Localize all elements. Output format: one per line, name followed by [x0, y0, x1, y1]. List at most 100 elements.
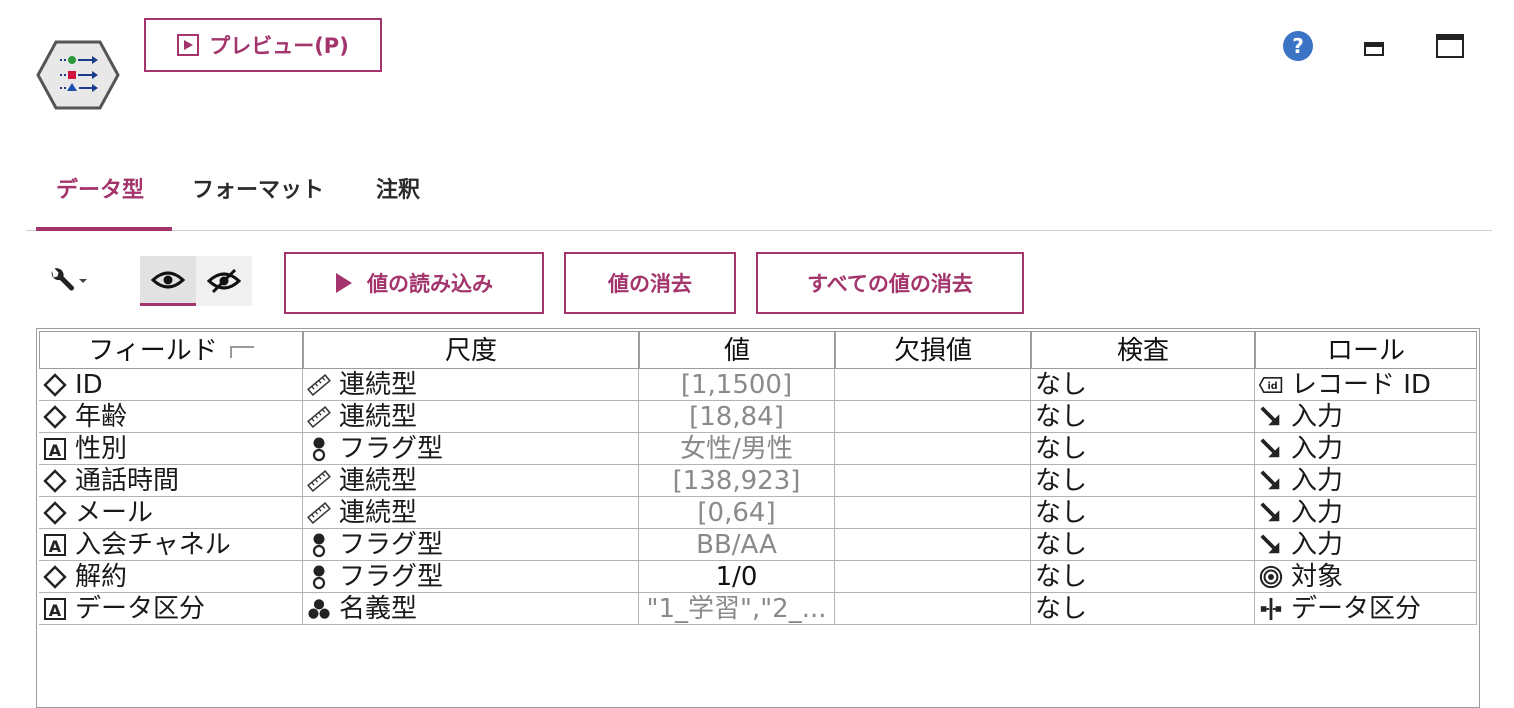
input-arrow-icon [1259, 469, 1283, 493]
visibility-toggle [140, 256, 252, 306]
cell-missing[interactable] [835, 369, 1031, 401]
chevron-down-icon [79, 279, 87, 283]
continuous-icon [43, 468, 67, 493]
cell-check[interactable]: なし [1031, 465, 1255, 497]
cell-check[interactable]: なし [1031, 369, 1255, 401]
column-header-label: 尺度 [444, 336, 497, 366]
play-icon [177, 34, 200, 56]
column-header-0[interactable]: フィールド [39, 331, 303, 369]
cell-field[interactable]: メール [39, 497, 303, 529]
cell-field[interactable]: 通話時間 [39, 465, 303, 497]
string-icon: A [43, 597, 67, 621]
cell-text: [18,84] [689, 401, 784, 432]
cell-values[interactable]: 1/0 [639, 561, 835, 593]
cell-missing[interactable] [835, 593, 1031, 625]
cell-measure[interactable]: フラグ型 [303, 433, 639, 465]
cell-measure[interactable]: フラグ型 [303, 529, 639, 561]
cell-role[interactable]: 入力 [1255, 529, 1477, 561]
cell-role[interactable]: 入力 [1255, 465, 1477, 497]
column-header-1[interactable]: 尺度 [303, 331, 639, 369]
cell-check[interactable]: なし [1031, 433, 1255, 465]
cell-role[interactable]: データ区分 [1255, 593, 1477, 625]
cell-check[interactable]: なし [1031, 529, 1255, 561]
preview-button[interactable]: プレビュー(P) [144, 18, 382, 72]
cell-values[interactable]: [1,1500] [639, 369, 835, 401]
cell-values[interactable]: "1_学習","2_... [639, 593, 835, 625]
table-row[interactable]: 解約 フラグ型 1/0 なし 対象 [39, 561, 1477, 593]
column-header-5[interactable]: ロール [1255, 331, 1477, 369]
column-header-label: 値 [723, 336, 750, 366]
eye-off-icon [207, 268, 241, 294]
cell-field[interactable]: ID [39, 369, 303, 401]
cell-text: フラグ型 [339, 433, 444, 464]
column-header-3[interactable]: 欠損値 [835, 331, 1031, 369]
cell-check[interactable]: なし [1031, 561, 1255, 593]
continuous-icon [43, 404, 67, 429]
cell-field[interactable]: A 性別 [39, 433, 303, 465]
cell-values[interactable]: BB/AA [639, 529, 835, 561]
ruler-icon [307, 373, 331, 397]
cell-measure[interactable]: 名義型 [303, 593, 639, 625]
cell-values[interactable]: [138,923] [639, 465, 835, 497]
cell-role[interactable]: 入力 [1255, 401, 1477, 433]
table-row[interactable]: 年齢 連続型 [18,84] なし 入力 [39, 401, 1477, 433]
read-values-button[interactable]: 値の読み込み [284, 252, 544, 314]
cell-role[interactable]: id レコード ID [1255, 369, 1477, 401]
table-row[interactable]: メール 連続型 [0,64] なし 入力 [39, 497, 1477, 529]
cell-values[interactable]: 女性/男性 [639, 433, 835, 465]
string-icon: A [43, 437, 67, 461]
cell-field[interactable]: 年齢 [39, 401, 303, 433]
cell-missing[interactable] [835, 561, 1031, 593]
column-header-4[interactable]: 検査 [1031, 331, 1255, 369]
cell-values[interactable]: [0,64] [639, 497, 835, 529]
table-row[interactable]: ID 連続型 [1,1500] なし id レコード ID [39, 369, 1477, 401]
cell-text: データ区分 [75, 593, 206, 624]
table-row[interactable]: A 性別 フラグ型 女性/男性 なし 入力 [39, 433, 1477, 465]
cell-check[interactable]: なし [1031, 401, 1255, 433]
nominal-icon [307, 597, 331, 621]
cell-missing[interactable] [835, 465, 1031, 497]
table-row[interactable]: 通話時間 連続型 [138,923] なし 入力 [39, 465, 1477, 497]
tools-dropdown[interactable] [46, 264, 96, 298]
help-icon[interactable]: ? [1282, 30, 1314, 62]
cell-text: レコード ID [1291, 369, 1431, 400]
cell-measure[interactable]: 連続型 [303, 369, 639, 401]
tab-format[interactable]: フォーマット [192, 160, 362, 228]
column-header-2[interactable]: 値 [639, 331, 835, 369]
cell-check[interactable]: なし [1031, 593, 1255, 625]
ruler-icon [307, 405, 331, 429]
cell-text: フラグ型 [339, 561, 444, 592]
cell-missing[interactable] [835, 401, 1031, 433]
cell-role[interactable]: 入力 [1255, 433, 1477, 465]
table-row[interactable]: A 入会チャネル フラグ型 BB/AA なし 入力 [39, 529, 1477, 561]
cell-measure[interactable]: フラグ型 [303, 561, 639, 593]
hide-fields-button[interactable] [196, 256, 252, 306]
input-arrow-icon [1259, 533, 1283, 557]
ruler-icon [307, 501, 331, 525]
cell-missing[interactable] [835, 433, 1031, 465]
cell-field[interactable]: 解約 [39, 561, 303, 593]
show-fields-button[interactable] [140, 256, 196, 306]
cell-text: [1,1500] [680, 369, 793, 400]
cell-text: 入力 [1291, 529, 1344, 560]
maximize-icon[interactable] [1436, 34, 1464, 58]
cell-role[interactable]: 対象 [1255, 561, 1477, 593]
clear-all-values-button[interactable]: すべての値の消去 [756, 252, 1024, 314]
cell-role[interactable]: 入力 [1255, 497, 1477, 529]
cell-check[interactable]: なし [1031, 497, 1255, 529]
cell-measure[interactable]: 連続型 [303, 401, 639, 433]
tab-data-type[interactable]: データ型 [36, 160, 172, 231]
cell-measure[interactable]: 連続型 [303, 497, 639, 529]
cell-field[interactable]: A データ区分 [39, 593, 303, 625]
table-row[interactable]: A データ区分 名義型 "1_学習","2_... なし データ区分 [39, 593, 1477, 625]
cell-text: BB/AA [696, 529, 777, 560]
minimize-icon[interactable] [1364, 42, 1384, 56]
cell-missing[interactable] [835, 497, 1031, 529]
tab-annotation[interactable]: 注釈 [376, 160, 446, 228]
cell-field[interactable]: A 入会チャネル [39, 529, 303, 561]
cell-measure[interactable]: 連続型 [303, 465, 639, 497]
cell-values[interactable]: [18,84] [639, 401, 835, 433]
cell-missing[interactable] [835, 529, 1031, 561]
cell-text: 連続型 [339, 497, 418, 528]
clear-values-button[interactable]: 値の消去 [564, 252, 736, 314]
